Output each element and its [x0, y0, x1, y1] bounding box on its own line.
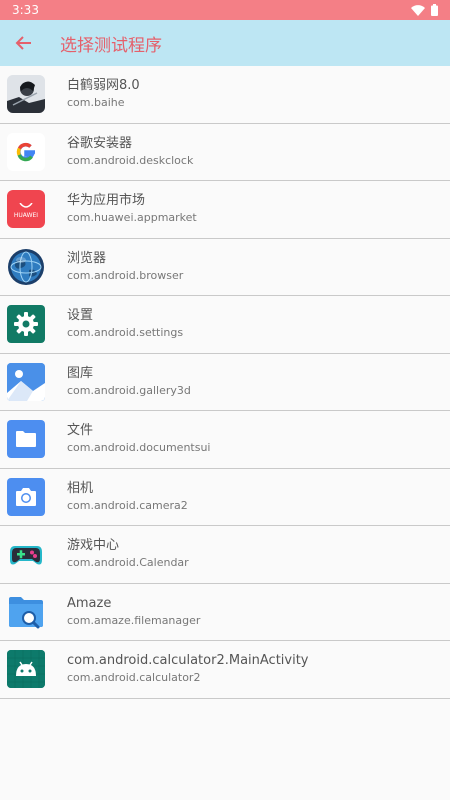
list-item[interactable]: 谷歌安装器 com.android.deskclock	[0, 123, 450, 181]
app-name: 相机	[67, 480, 94, 496]
folder-icon	[7, 420, 45, 459]
package-name: com.android.deskclock	[67, 153, 194, 167]
gamepad-icon	[7, 535, 45, 573]
back-button[interactable]	[12, 31, 36, 55]
list-item[interactable]: com.android.calculator2.MainActivity com…	[0, 641, 450, 699]
huawei-appgallery-icon: HUAWEI	[7, 190, 45, 229]
status-bar: 3:33	[0, 0, 450, 20]
list-item[interactable]: 图库 com.android.gallery3d	[0, 353, 450, 411]
huawei-logo-text: HUAWEI	[13, 212, 39, 220]
package-name: com.baihe	[67, 96, 125, 110]
globe-icon	[7, 248, 45, 286]
app-name: com.android.calculator2.MainActivity	[67, 653, 309, 669]
baihe-avatar-icon	[7, 75, 45, 114]
gallery-icon	[7, 362, 45, 401]
android-robot-icon	[7, 650, 45, 689]
gear-icon	[7, 305, 45, 344]
app-name: 文件	[67, 423, 94, 439]
list-item[interactable]: 设置 com.android.settings	[0, 296, 450, 354]
google-g-icon	[7, 132, 45, 171]
package-name: com.huawei.appmarket	[67, 211, 197, 225]
package-name: com.android.gallery3d	[67, 383, 191, 397]
app-name: 游戏中心	[67, 538, 120, 554]
list-item[interactable]: HUAWEI 华为应用市场 com.huawei.appmarket	[0, 181, 450, 239]
package-name: com.android.calculator2	[67, 671, 201, 685]
folder-search-icon	[7, 593, 45, 631]
app-name: 浏览器	[67, 250, 107, 266]
arrow-left-icon	[15, 34, 33, 52]
camera-icon	[7, 477, 45, 516]
list-item[interactable]: 相机 com.android.camera2	[0, 468, 450, 526]
package-name: com.android.settings	[67, 326, 184, 340]
list-item[interactable]: 浏览器 com.android.browser	[0, 238, 450, 296]
list-item[interactable]: 文件 com.android.documentsui	[0, 411, 450, 469]
wifi-icon	[411, 4, 425, 16]
status-time: 3:33	[12, 3, 39, 17]
app-name: 华为应用市场	[67, 193, 146, 209]
package-name: com.android.Calendar	[67, 556, 189, 570]
app-name: 图库	[67, 365, 94, 381]
list-item[interactable]: Amaze com.amaze.filemanager	[0, 583, 450, 641]
package-name: com.amaze.filemanager	[67, 613, 201, 627]
page-title: 选择测试程序	[60, 35, 162, 56]
app-name: 谷歌安装器	[67, 135, 133, 151]
list-item[interactable]: 游戏中心 com.android.Calendar	[0, 526, 450, 584]
app-name: 白鹤弱网8.0	[67, 78, 140, 94]
app-name: Amaze	[67, 595, 112, 611]
package-name: com.android.documentsui	[67, 441, 211, 455]
app-bar: 选择测试程序	[0, 20, 450, 66]
package-name: com.android.browser	[67, 268, 184, 282]
app-name: 设置	[67, 308, 94, 324]
battery-icon	[431, 4, 438, 16]
list-item[interactable]: 白鹤弱网8.0 com.baihe	[0, 66, 450, 124]
app-list: 白鹤弱网8.0 com.baihe 谷歌安装器 com.android.desk…	[0, 66, 450, 699]
status-icons	[411, 4, 438, 16]
package-name: com.android.camera2	[67, 498, 188, 512]
